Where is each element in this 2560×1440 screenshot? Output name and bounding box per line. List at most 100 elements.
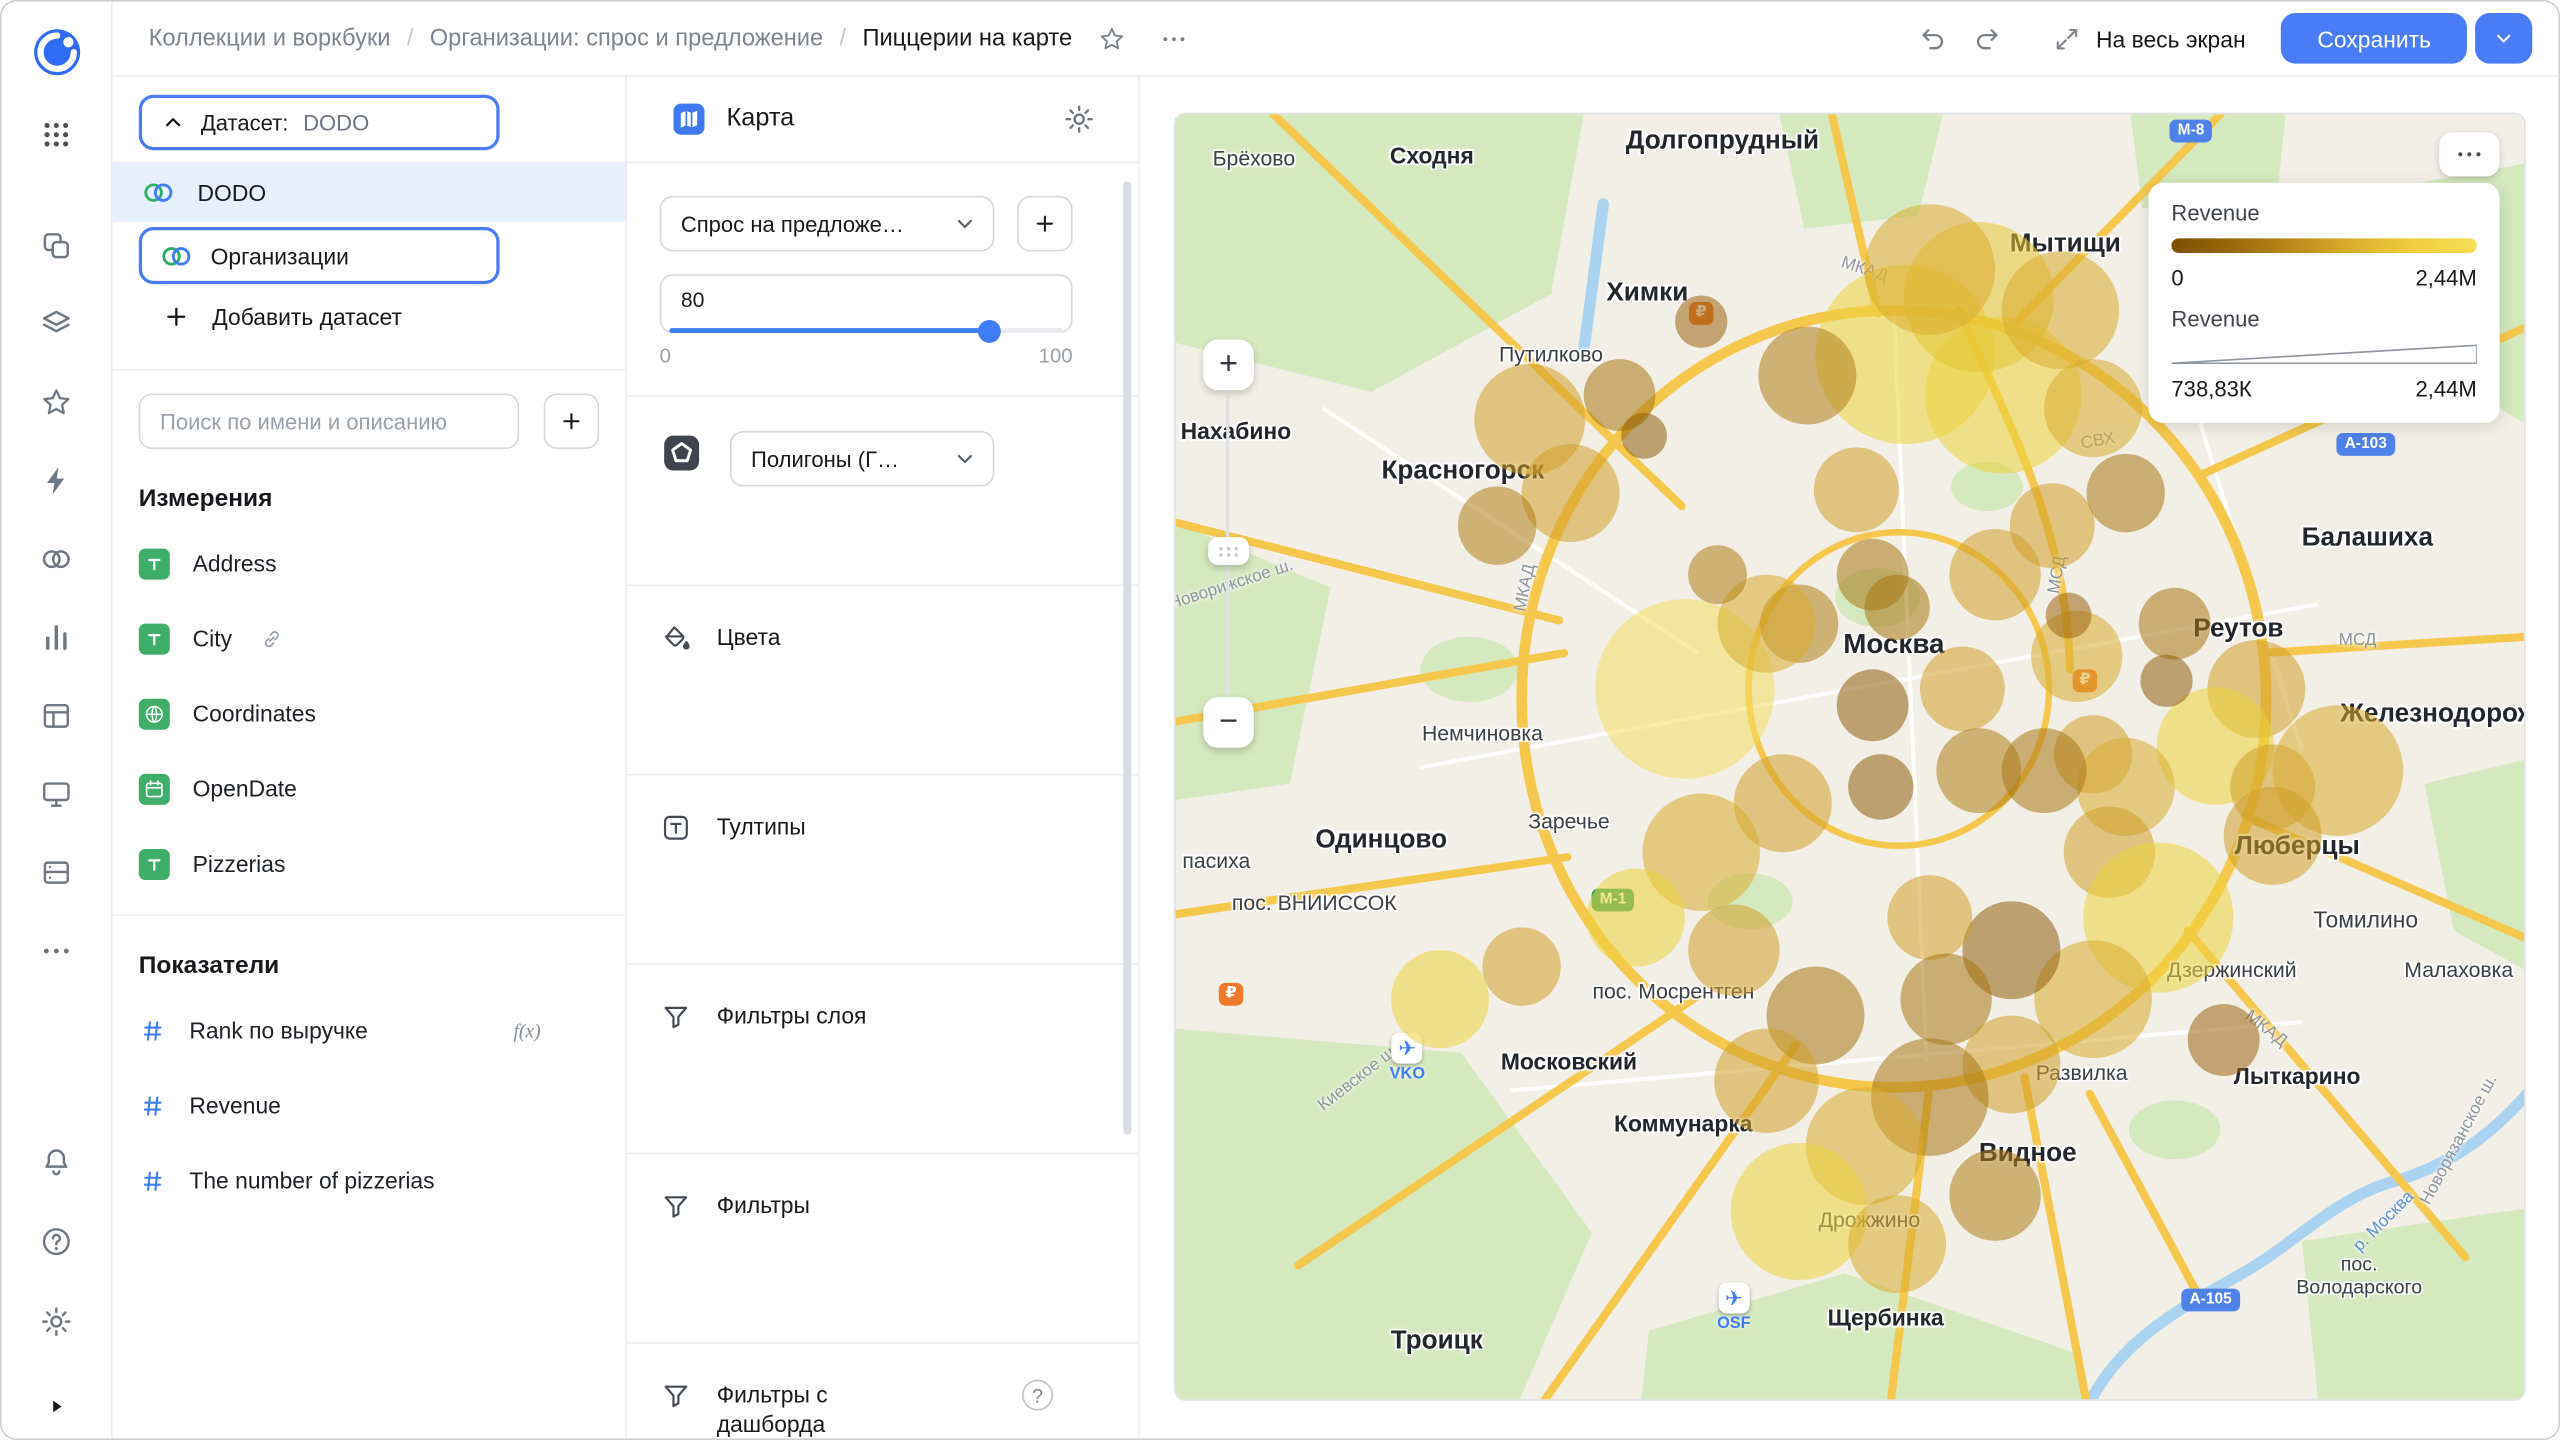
map-canvas[interactable]: СходняДолгопрудныйМытищиХимкиПутилковоБр… (1174, 113, 2526, 1401)
string-field-icon (139, 848, 170, 879)
field-item[interactable]: Coordinates (113, 676, 626, 751)
chevron-up-icon (160, 109, 186, 135)
redo-icon[interactable] (1970, 22, 2003, 55)
chart-type-title: Карта (727, 104, 795, 133)
chart-section-1[interactable]: Тултипы (627, 774, 1138, 963)
undo-icon[interactable] (1916, 22, 1949, 55)
collections-icon[interactable] (24, 212, 89, 277)
notifications-icon[interactable] (24, 1128, 89, 1193)
dataset-item[interactable]: DODO (113, 162, 626, 222)
hash-icon (139, 1016, 167, 1044)
dataset-rings-icon (158, 238, 194, 274)
chart-header: Карта (627, 77, 1138, 164)
measure-name: The number of pizzerias (189, 1167, 434, 1193)
datasets-icon[interactable] (24, 526, 89, 591)
legend-color-max: 2,44M (2415, 266, 2476, 290)
workbooks-icon[interactable] (24, 291, 89, 356)
zoom-slider-handle[interactable] (1208, 537, 1249, 565)
expand-sidebar-icon[interactable] (40, 1389, 73, 1422)
save-button[interactable]: Сохранить (2282, 13, 2467, 64)
dataset-switcher[interactable]: Датасет: DODO (139, 95, 500, 151)
breadcrumb-item[interactable]: Коллекции и воркбуки (149, 25, 391, 51)
opacity-max-label: 100 (1039, 344, 1073, 367)
field-search-input[interactable] (139, 393, 519, 449)
editor-icon[interactable] (24, 682, 89, 747)
geotype-select[interactable]: Полигоны (Г… (730, 431, 994, 487)
section-label: Цвета (717, 622, 781, 652)
legend-color-min: 0 (2171, 266, 2183, 290)
chart-section-3[interactable]: Фильтры (627, 1153, 1138, 1342)
chart-section-0[interactable]: Цвета (627, 584, 1138, 773)
dashboards-icon[interactable] (24, 761, 89, 826)
settings-icon[interactable] (24, 1288, 89, 1353)
measure-item[interactable]: The number of pizzerias (113, 1143, 626, 1218)
measure-item[interactable]: Revenue (113, 1068, 626, 1143)
fullscreen-label: На весь экран (2096, 25, 2246, 51)
field-name: City (193, 625, 232, 651)
zoom-out-button[interactable]: − (1203, 697, 1254, 748)
legend-size-title: Revenue (2171, 307, 2476, 331)
map-area: СходняДолгопрудныйМытищиХимкиПутилковоБр… (1140, 77, 2559, 1439)
help-icon[interactable]: ? (1022, 1380, 1053, 1411)
section-label: Тултипы (717, 811, 806, 841)
add-field-button[interactable] (544, 393, 600, 449)
recent-icon[interactable] (24, 447, 89, 512)
breadcrumb-separator: / (407, 25, 414, 51)
funnel-icon (660, 1380, 693, 1413)
zoom-in-button[interactable]: + (1203, 340, 1254, 391)
more-icon[interactable] (24, 918, 89, 983)
dataset-item[interactable]: Организации (139, 227, 500, 284)
breadcrumb: Коллекции и воркбуки / Организации: спрос … (149, 25, 1073, 51)
legend-size-max: 2,44M (2415, 377, 2476, 401)
map-more-icon[interactable] (2439, 132, 2499, 176)
layer-opacity-slider[interactable]: 80 (660, 274, 1073, 333)
add-dataset-button[interactable]: Добавить датасет (113, 287, 626, 346)
tooltip-icon (660, 811, 693, 844)
connections-icon[interactable] (24, 839, 89, 904)
dataset-switcher-value: DODO (303, 110, 369, 134)
geotype-icon (660, 431, 704, 475)
legend-color-title: Revenue (2171, 201, 2476, 225)
field-name: Pizzerias (193, 851, 286, 877)
field-item[interactable]: City (113, 601, 626, 676)
section-label: Фильтры с дашборда (717, 1380, 910, 1439)
breadcrumb-item[interactable]: Пиццерии на карте (862, 25, 1072, 51)
scrollbar[interactable] (1123, 181, 1131, 1134)
dataset-name: Организации (211, 242, 349, 268)
left-rail (2, 2, 113, 1439)
field-item[interactable]: Address (113, 526, 626, 601)
measure-name: Revenue (189, 1092, 281, 1118)
divider (113, 914, 626, 916)
favorites-icon[interactable] (24, 369, 89, 434)
measure-item[interactable]: Rank по выручкеf(x) (113, 993, 626, 1068)
map-chart-icon (669, 100, 708, 139)
save-options-button[interactable] (2475, 13, 2532, 64)
breadcrumb-item[interactable]: Организации: спрос и предложение (430, 25, 823, 51)
slider-track[interactable] (669, 328, 1062, 333)
chart-section-2[interactable]: Фильтры слоя (627, 963, 1138, 1152)
field-name: Coordinates (193, 700, 316, 726)
opacity-value: 80 (681, 287, 705, 311)
datalens-logo-icon[interactable] (27, 23, 86, 82)
favorite-star-icon[interactable] (1097, 24, 1126, 53)
slider-knob[interactable] (978, 320, 1001, 343)
apps-grid-icon[interactable] (24, 101, 89, 166)
chart-section-4[interactable]: Фильтры с дашборда? (627, 1342, 1138, 1438)
geotype-section: Полигоны (Г… (627, 395, 1138, 584)
fullscreen-button[interactable]: На весь экран (2052, 24, 2246, 53)
dataset-name: DODO (198, 179, 267, 205)
charts-icon[interactable] (24, 604, 89, 669)
link-icon (260, 626, 284, 650)
help-icon[interactable] (24, 1208, 89, 1273)
chart-settings-gear-icon[interactable] (1063, 103, 1096, 136)
add-layer-button[interactable] (1017, 196, 1073, 252)
layer-select[interactable]: Спрос на предложе… (660, 196, 995, 252)
colors-icon (660, 622, 693, 655)
field-item[interactable]: OpenDate (113, 751, 626, 826)
field-item[interactable]: Pizzerias (113, 826, 626, 901)
map-legend: Revenue 0 2,44M Revenue 738,83К 2,44M (2149, 183, 2500, 423)
breadcrumb-more-icon[interactable] (1159, 24, 1188, 53)
date-field-icon (139, 773, 170, 804)
section-label: Фильтры (717, 1190, 810, 1220)
geo-field-icon (139, 698, 170, 729)
